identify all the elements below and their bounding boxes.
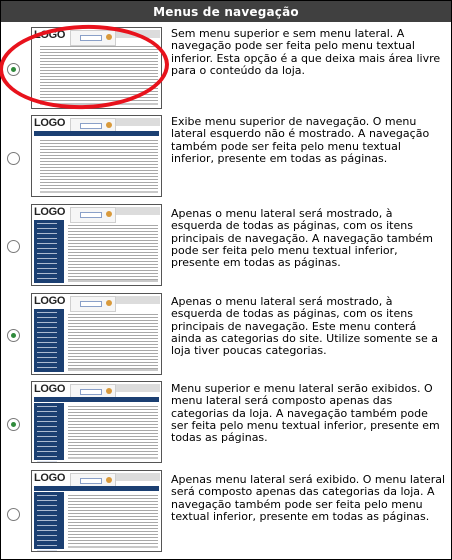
option-description: Sem menu superior e sem menu lateral. A … [171,27,441,77]
layout-thumbnail-side-categories[interactable]: LOGO [31,293,162,375]
thumbnail-logo: LOGO [34,117,66,129]
option-row-top: LOGO Exibe menu superior de navegação. O… [1,113,451,199]
radio-option-top-side[interactable] [7,418,20,431]
navigation-menus-panel: Menus de navegação LOGO Sem menu superio… [0,0,452,560]
thumbnail-top-nav [34,131,159,136]
thumbnail-search-box [70,207,116,223]
layout-thumbnail-none[interactable]: LOGO [31,27,162,109]
thumbnail-content-lines [68,314,158,369]
layout-thumbnail-side-only-categories[interactable]: LOGO [31,470,162,552]
option-row-side-categories: LOGO Apenas o menu lateral será mostrado… [1,291,451,377]
thumbnail-logo: LOGO [34,295,66,307]
thumbnail-footer-line [68,457,158,459]
thumbnail-search-box [70,296,116,312]
thumbnail-logo: LOGO [34,383,66,395]
option-row-none: LOGO Sem menu superior e sem menu latera… [1,25,451,111]
option-description: Apenas o menu lateral será mostrado, à e… [171,207,433,270]
layout-thumbnail-side-main[interactable]: LOGO [31,204,162,286]
thumbnail-content-lines [40,140,158,191]
radio-option-top[interactable] [7,152,20,165]
option-description: Menu superior e menu lateral serão exibi… [171,382,440,445]
thumbnail-top-nav [34,486,159,491]
option-description: Apenas menu lateral será exibido. O menu… [171,473,446,523]
panel-header: Menus de navegação [1,1,451,22]
thumbnail-top-bar [116,473,160,481]
thumbnail-content-lines [68,495,158,546]
option-description: Exibe menu superior de navegação. O menu… [171,115,430,165]
thumbnail-side-menu [34,492,64,551]
thumbnail-top-bar [116,207,160,215]
thumbnail-footer-line [68,546,158,548]
option-row-side-only-categories: LOGO Apenas menu lateral será exibido. O… [1,468,451,554]
layout-thumbnail-top-side[interactable]: LOGO [31,381,162,463]
thumbnail-side-menu [34,309,64,372]
layout-thumbnail-top[interactable]: LOGO [31,115,162,197]
thumbnail-logo: LOGO [34,206,66,218]
thumbnail-top-bar [116,384,160,392]
radio-option-side-main[interactable] [7,240,20,253]
option-row-top-side: LOGO Menu superior e menu lateral serão … [1,379,451,465]
thumbnail-side-menu [34,220,64,283]
thumbnail-content-lines [68,225,158,280]
radio-option-none[interactable] [7,63,20,76]
thumbnail-search-box [70,30,116,46]
option-description: Apenas o menu lateral será mostrado, à e… [171,295,438,358]
thumbnail-top-bar [116,118,160,126]
thumbnail-content-lines [40,46,158,103]
thumbnail-logo: LOGO [34,29,66,41]
radio-option-side-only-categories[interactable] [7,508,20,521]
option-row-side-main: LOGO Apenas o menu lateral será mostrado… [1,202,451,288]
thumbnail-footer-line [40,191,158,193]
thumbnail-logo: LOGO [34,472,66,484]
thumbnail-top-bar [116,30,160,38]
thumbnail-side-menu [34,403,64,462]
thumbnail-footer-line [68,369,158,371]
thumbnail-footer-line [68,280,158,282]
radio-option-side-categories[interactable] [7,329,20,342]
thumbnail-top-nav [34,397,159,402]
thumbnail-content-lines [68,406,158,457]
thumbnail-top-bar [116,296,160,304]
thumbnail-footer-line [40,103,158,105]
